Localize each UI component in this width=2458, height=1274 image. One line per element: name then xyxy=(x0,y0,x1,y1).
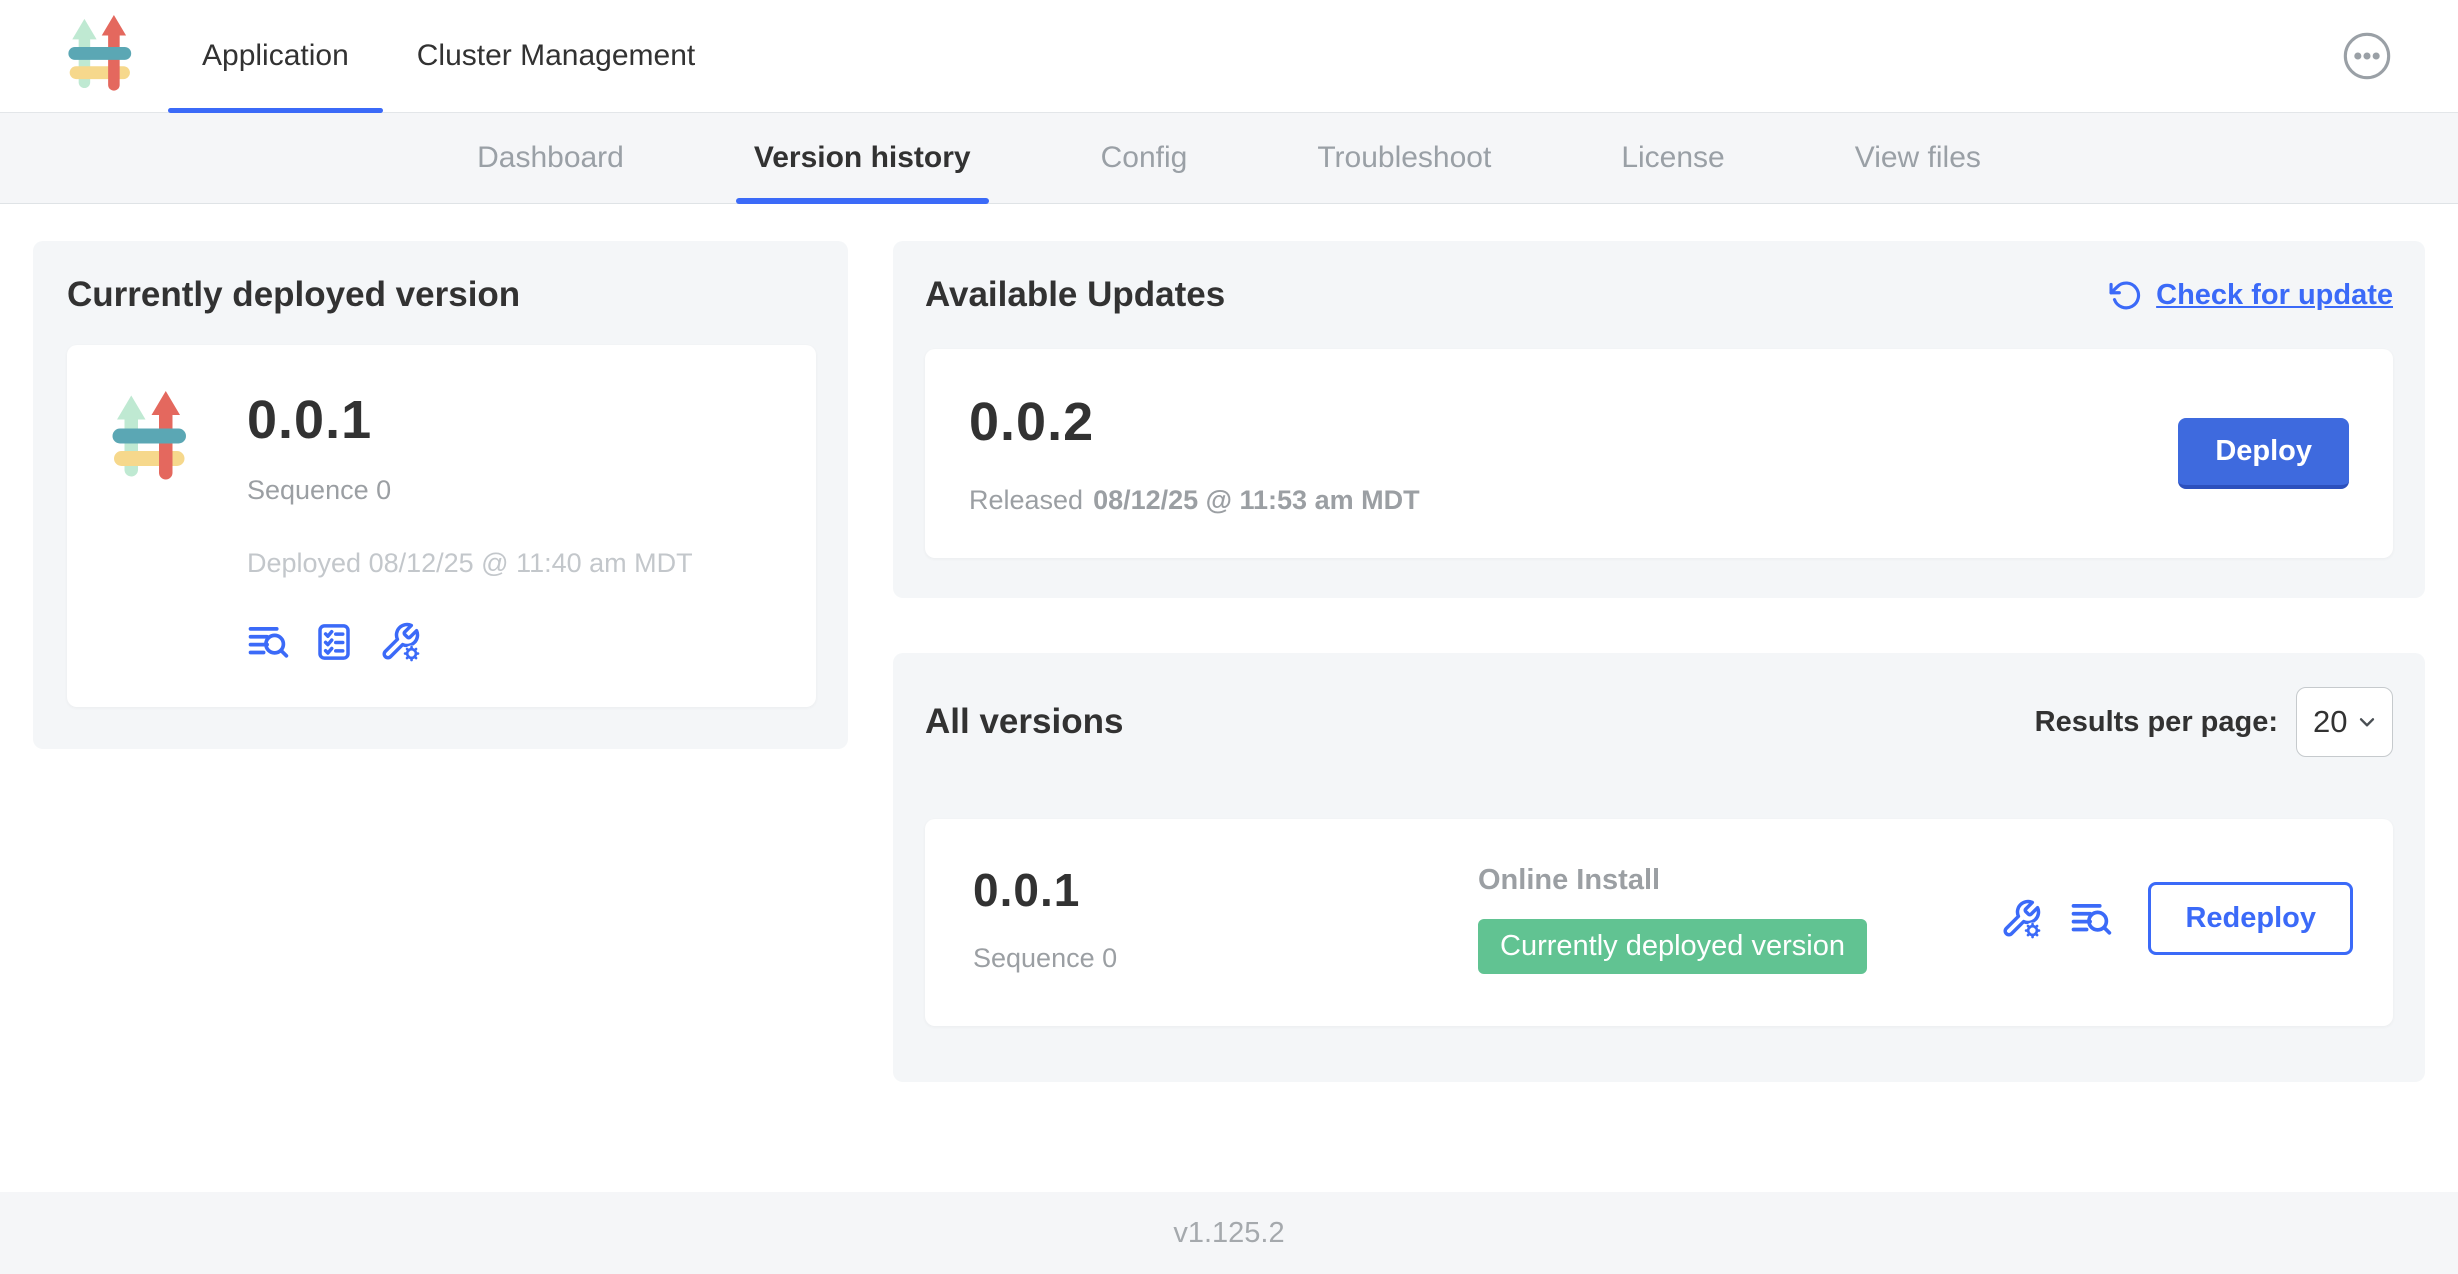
results-per-page: Results per page: 20 xyxy=(2035,687,2393,757)
version-row-status: Online Install Currently deployed versio… xyxy=(1478,864,2000,974)
available-updates-title: Available Updates xyxy=(925,275,1225,315)
subnav-item-version-history[interactable]: Version history xyxy=(736,113,989,203)
deploy-button[interactable]: Deploy xyxy=(2178,418,2349,489)
status-badge: Currently deployed version xyxy=(1478,919,1867,974)
check-for-update-label: Check for update xyxy=(2156,279,2393,312)
results-per-page-select[interactable]: 20 xyxy=(2296,687,2393,757)
deployed-timestamp: Deployed 08/12/25 @ 11:40 am MDT xyxy=(247,548,693,579)
subnav-item-dashboard[interactable]: Dashboard xyxy=(459,113,642,203)
app-header: Application Cluster Management xyxy=(0,0,2458,113)
released-date: 08/12/25 @ 11:53 am MDT xyxy=(1093,485,1420,515)
refresh-ccw-icon xyxy=(2109,279,2142,312)
version-row: 0.0.1 Sequence 0 Online Install Currentl… xyxy=(925,819,2393,1026)
currently-deployed-card: Currently deployed version 0.0.1 Sequenc… xyxy=(33,241,848,749)
install-type-label: Online Install xyxy=(1478,864,2000,897)
results-per-page-label: Results per page: xyxy=(2035,706,2278,739)
tab-application[interactable]: Application xyxy=(168,0,383,112)
available-updates-header: Available Updates Check for update xyxy=(925,275,2393,315)
update-released-timestamp: Released 08/12/25 @ 11:53 am MDT xyxy=(969,485,1420,516)
deployed-version-label: 0.0.1 xyxy=(247,389,693,451)
available-updates-card: Available Updates Check for update 0.0.2… xyxy=(893,241,2425,598)
version-history-page: Currently deployed version 0.0.1 Sequenc… xyxy=(0,204,2458,1192)
deployed-version-actions xyxy=(247,621,693,663)
row-version-label: 0.0.1 xyxy=(973,863,1478,917)
subnav-item-license[interactable]: License xyxy=(1603,113,1742,203)
app-logo-icon xyxy=(62,15,144,97)
right-column: Available Updates Check for update 0.0.2… xyxy=(893,241,2425,1082)
deployed-sequence-label: Sequence 0 xyxy=(247,475,693,506)
update-version-label: 0.0.2 xyxy=(969,391,1420,453)
all-versions-card: All versions Results per page: 20 0.0.1 … xyxy=(893,653,2425,1082)
config-settings-icon[interactable] xyxy=(2000,898,2042,940)
check-for-update-link[interactable]: Check for update xyxy=(2109,279,2393,312)
update-row: 0.0.2 Released 08/12/25 @ 11:53 am MDT De… xyxy=(925,349,2393,558)
chevron-down-icon xyxy=(2354,709,2380,735)
released-prefix: Released xyxy=(969,485,1083,515)
results-per-page-value: 20 xyxy=(2313,704,2347,740)
row-sequence-label: Sequence 0 xyxy=(973,943,1478,974)
app-logo-icon xyxy=(105,391,201,487)
deployed-version-panel: 0.0.1 Sequence 0 Deployed 08/12/25 @ 11:… xyxy=(67,345,816,707)
version-row-info: 0.0.1 Sequence 0 xyxy=(973,863,1478,974)
currently-deployed-title: Currently deployed version xyxy=(67,275,816,315)
view-logs-icon[interactable] xyxy=(247,621,289,663)
tab-cluster-management[interactable]: Cluster Management xyxy=(383,0,729,112)
overflow-menu-icon[interactable] xyxy=(2342,31,2392,81)
all-versions-title: All versions xyxy=(925,702,1123,742)
subnav-item-troubleshoot[interactable]: Troubleshoot xyxy=(1299,113,1509,203)
subnav-item-view-files[interactable]: View files xyxy=(1837,113,1999,203)
redeploy-button[interactable]: Redeploy xyxy=(2148,882,2353,955)
preflight-checks-icon[interactable] xyxy=(313,621,355,663)
app-footer: v1.125.2 xyxy=(0,1192,2458,1274)
deployed-version-info: 0.0.1 Sequence 0 Deployed 08/12/25 @ 11:… xyxy=(247,385,693,663)
subnav-item-config[interactable]: Config xyxy=(1083,113,1206,203)
primary-nav: Application Cluster Management xyxy=(168,0,729,112)
version-row-actions: Redeploy xyxy=(2000,882,2353,955)
update-info: 0.0.2 Released 08/12/25 @ 11:53 am MDT xyxy=(969,391,1420,516)
config-settings-icon[interactable] xyxy=(379,621,421,663)
view-logs-icon[interactable] xyxy=(2070,898,2112,940)
all-versions-header: All versions Results per page: 20 xyxy=(925,687,2393,757)
console-version-label: v1.125.2 xyxy=(1173,1217,1284,1250)
app-subnav: Dashboard Version history Config Trouble… xyxy=(0,113,2458,204)
header-actions xyxy=(2342,31,2392,81)
